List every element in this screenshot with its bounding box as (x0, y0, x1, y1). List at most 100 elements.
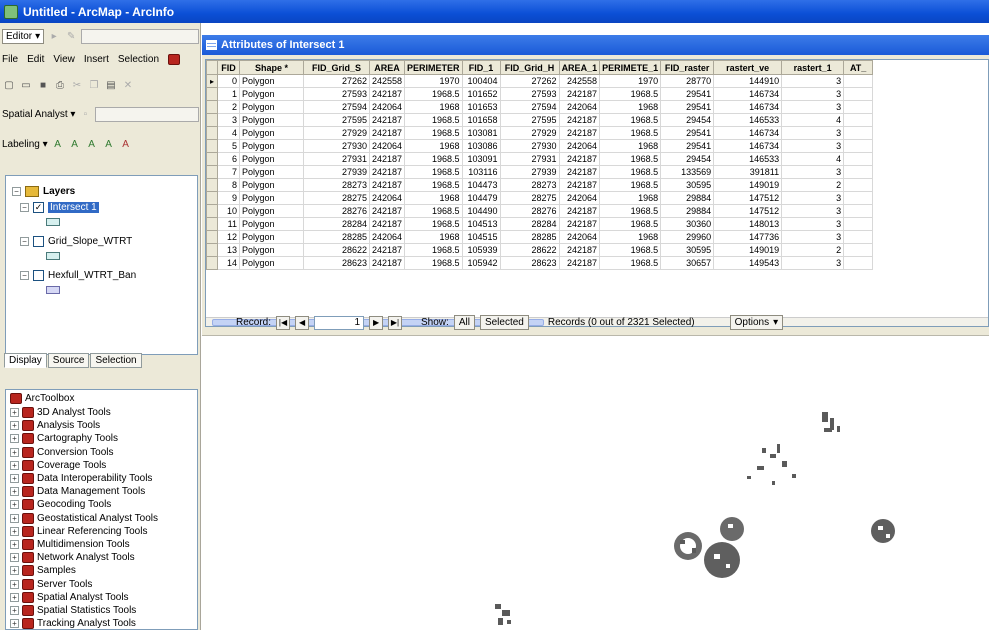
expand-icon[interactable]: + (10, 474, 19, 483)
table-row[interactable]: 9 Polygon 28275 242064 1968 104479 28275 242064… (206, 191, 874, 205)
table-row[interactable]: 5 Polygon 27930 242064 1968 103086 27930 242064… (206, 139, 874, 153)
options-button[interactable]: Options ▾ (729, 315, 784, 330)
table-cell[interactable]: 146734 (713, 139, 783, 153)
table-cell[interactable]: 27930 (303, 139, 370, 153)
table-cell[interactable]: 27594 (499, 100, 560, 114)
table-cell[interactable]: 4 (781, 152, 845, 166)
layer-visibility-checkbox[interactable] (33, 270, 44, 281)
expand-icon[interactable]: + (10, 487, 19, 497)
menu-edit[interactable]: Edit (27, 54, 44, 65)
expand-icon[interactable]: + (10, 513, 19, 523)
table-cell[interactable]: 3 (781, 139, 845, 153)
window-titlebar[interactable]: Untitled - ArcMap - ArcInfo (0, 0, 989, 23)
table-cell[interactable]: 242187 (368, 87, 406, 101)
table-cell[interactable]: 147512 (713, 204, 783, 218)
table-cell[interactable]: 28770 (660, 74, 715, 88)
table-cell[interactable]: 28273 (499, 178, 560, 192)
show-selected-button[interactable]: Selected (479, 315, 529, 330)
table-cell[interactable]: 28276 (303, 204, 370, 218)
row-selector[interactable] (206, 152, 218, 166)
table-cell[interactable]: 27939 (499, 165, 560, 179)
table-cell[interactable]: 242187 (368, 243, 406, 257)
row-selector[interactable] (206, 230, 218, 244)
table-cell[interactable]: 242187 (558, 217, 601, 231)
table-cell[interactable]: 1968.5 (599, 256, 662, 270)
column-header[interactable]: AREA (368, 60, 406, 75)
table-row[interactable]: 6 Polygon 27931 242187 1968.5 103091 27931 2421… (206, 152, 874, 166)
paste-icon[interactable]: ▤ (104, 78, 118, 92)
table-cell[interactable]: 5 (217, 139, 240, 153)
table-cell[interactable]: 149543 (713, 256, 783, 270)
table-cell[interactable]: 103091 (461, 152, 501, 166)
table-cell[interactable]: 3 (781, 100, 845, 114)
expand-icon[interactable]: + (10, 619, 19, 629)
table-cell[interactable]: 1968.5 (599, 243, 662, 257)
table-cell[interactable] (843, 243, 874, 257)
toolbox-item[interactable]: + Network Analyst Tools (10, 552, 135, 564)
expand-icon[interactable]: + (10, 434, 19, 444)
toolbox-item[interactable]: + Spatial Analyst Tools (10, 591, 129, 603)
table-cell[interactable]: 0 (217, 74, 240, 88)
table-cell[interactable]: 103116 (461, 165, 501, 179)
table-cell[interactable]: 1968.5 (404, 126, 463, 140)
table-cell[interactable]: 27930 (499, 139, 560, 153)
table-cell[interactable]: 29541 (660, 100, 715, 114)
table-cell[interactable]: 28276 (499, 204, 560, 218)
expand-icon[interactable]: + (10, 526, 19, 536)
table-cell[interactable]: 104490 (461, 204, 501, 218)
table-cell[interactable]: 105939 (461, 243, 501, 257)
layer-visibility-checkbox[interactable] (33, 236, 44, 247)
table-cell[interactable]: 242187 (558, 256, 601, 270)
expand-icon[interactable]: + (10, 566, 19, 576)
table-cell[interactable]: 2 (781, 243, 845, 257)
table-cell[interactable]: 28284 (499, 217, 560, 231)
table-cell[interactable]: 242187 (558, 152, 601, 166)
table-cell[interactable]: 30595 (660, 243, 715, 257)
first-record-icon[interactable]: |◀ (276, 315, 291, 330)
table-cell[interactable]: 27262 (303, 74, 370, 88)
labeling-menu[interactable]: Labeling ▾ (2, 139, 48, 150)
column-header[interactable]: FID_Grid_S (303, 60, 370, 75)
column-header[interactable]: FID_Grid_H (499, 60, 560, 75)
sketch-tool-icon[interactable]: ✎ (64, 29, 78, 43)
tab-selection[interactable]: Selection (90, 353, 142, 368)
table-cell[interactable]: 13 (217, 243, 240, 257)
toc-layer-intersect[interactable]: − ✓ Intersect 1 (20, 202, 99, 213)
row-selector[interactable] (206, 243, 218, 257)
table-cell[interactable]: 149019 (713, 243, 783, 257)
table-cell[interactable]: 103081 (461, 126, 501, 140)
table-cell[interactable]: 3 (781, 256, 845, 270)
next-record-icon[interactable]: ▶ (369, 315, 384, 330)
table-cell[interactable]: 28285 (499, 230, 560, 244)
table-cell[interactable]: 147512 (713, 191, 783, 205)
table-row[interactable]: ▸ 0 Polygon 27262 242558 1970 100404 27262 24255… (206, 74, 874, 88)
toc-layer-hexfull[interactable]: − Hexfull_WTRT_Ban (20, 270, 136, 281)
table-cell[interactable]: 1968.5 (599, 165, 662, 179)
toolbox-item[interactable]: + Spatial Statistics Tools (10, 605, 136, 616)
table-cell[interactable]: 28284 (303, 217, 370, 231)
table-cell[interactable]: Polygon (239, 191, 304, 205)
menu-selection[interactable]: Selection (118, 54, 159, 65)
attribute-window-titlebar[interactable]: Attributes of Intersect 1 (202, 35, 989, 55)
table-cell[interactable]: 1968 (599, 191, 662, 205)
table-cell[interactable]: 3 (781, 74, 845, 88)
table-cell[interactable] (843, 87, 874, 101)
table-cell[interactable]: 1968.5 (599, 217, 662, 231)
toolbox-item[interactable]: + Analysis Tools (10, 420, 100, 432)
table-cell[interactable] (843, 152, 874, 166)
table-cell[interactable]: 1 (217, 87, 240, 101)
table-cell[interactable]: 1970 (404, 74, 463, 88)
row-selector[interactable] (206, 256, 218, 270)
table-row[interactable]: 11 Polygon 28284 242187 1968.5 104513 28284 242… (206, 217, 874, 231)
record-number-input[interactable] (314, 315, 365, 330)
table-cell[interactable]: 101658 (461, 113, 501, 127)
table-cell[interactable]: 103086 (461, 139, 501, 153)
table-cell[interactable]: 1968.5 (404, 152, 463, 166)
table-cell[interactable]: 3 (781, 191, 845, 205)
table-cell[interactable]: 1970 (599, 74, 662, 88)
table-cell[interactable]: 28623 (303, 256, 370, 270)
table-cell[interactable]: 242558 (558, 74, 601, 88)
table-cell[interactable]: 242187 (368, 126, 406, 140)
table-cell[interactable]: 146734 (713, 100, 783, 114)
table-cell[interactable]: 242187 (558, 113, 601, 127)
